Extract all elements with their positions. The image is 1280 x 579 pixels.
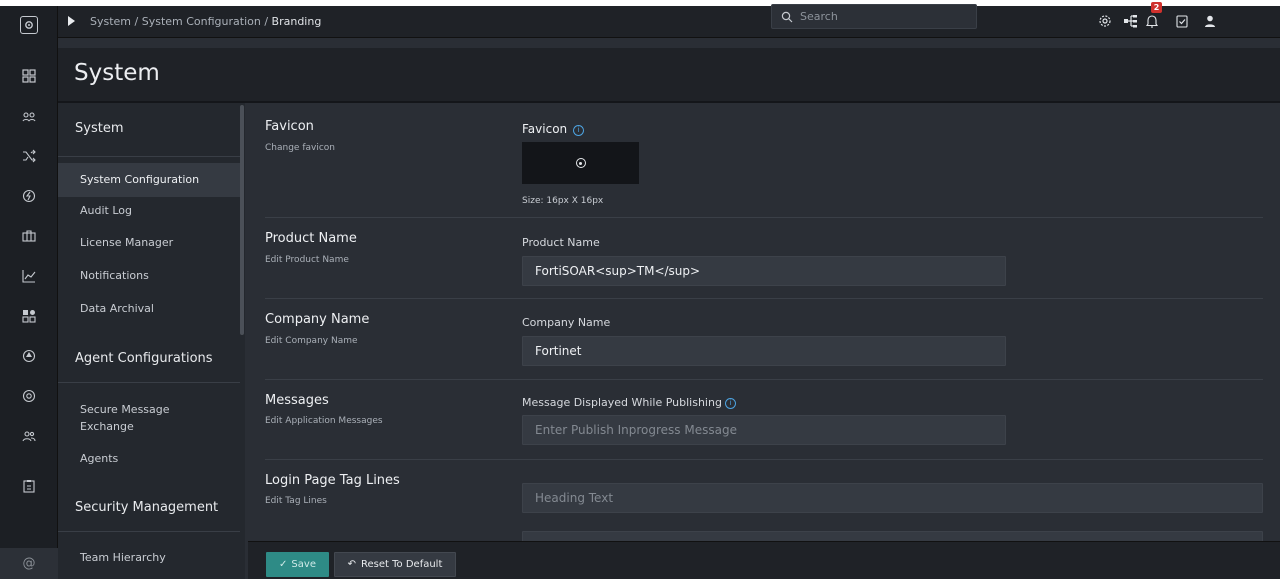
page-header: System: [58, 48, 1280, 103]
sidebar-item-notifications[interactable]: Notifications: [58, 267, 240, 284]
sidebar-scrollbar[interactable]: [240, 105, 244, 335]
clipboard-icon[interactable]: [0, 472, 58, 500]
search-icon: [781, 11, 793, 23]
product-name-section-subtitle: Edit Product Name: [265, 255, 349, 265]
undo-icon: ↶: [347, 559, 357, 570]
task-clipboard-icon[interactable]: [1174, 13, 1190, 29]
favicon-section-subtitle: Change favicon: [265, 143, 335, 153]
company-name-label: Company Name: [522, 316, 611, 329]
nav-group-system: System: [75, 121, 124, 136]
settings-wheel-icon[interactable]: [0, 382, 58, 410]
favicon-label: Favicon i: [522, 122, 585, 136]
breadcrumb-path[interactable]: System / System Configuration /: [90, 15, 272, 28]
app-logo[interactable]: [0, 6, 58, 44]
incidents-icon[interactable]: [0, 102, 58, 130]
sidebar-item-agents[interactable]: Agents: [58, 450, 240, 467]
expand-play-icon[interactable]: [68, 16, 75, 26]
heading-text-input[interactable]: Heading Text: [522, 483, 1263, 513]
dashboard-icon[interactable]: [0, 62, 58, 90]
notification-badge: 2: [1151, 2, 1162, 13]
divider: [265, 379, 1263, 380]
save-button[interactable]: ✓ Save: [266, 552, 329, 577]
gear-icon[interactable]: [1097, 13, 1113, 29]
breadcrumb-current: Branding: [271, 15, 322, 28]
playbook-icon[interactable]: [0, 182, 58, 210]
sidebar-item-license-manager[interactable]: License Manager: [58, 234, 240, 251]
info-icon[interactable]: i: [573, 124, 585, 136]
company-name-section-subtitle: Edit Company Name: [265, 336, 358, 346]
shuffle-icon[interactable]: [0, 142, 58, 170]
favicon-preview[interactable]: [522, 142, 639, 184]
company-name-section-title: Company Name: [265, 312, 370, 327]
divider: [265, 298, 1263, 299]
reset-to-default-button[interactable]: ↶ Reset To Default: [334, 552, 456, 577]
page-title: System: [74, 60, 160, 86]
tag-lines-section-title: Login Page Tag Lines: [265, 473, 400, 488]
shield-icon[interactable]: [0, 342, 58, 370]
favicon-image-icon: [575, 158, 586, 168]
logo-icon: [20, 16, 38, 34]
info-icon[interactable]: i: [724, 397, 736, 409]
branding-form: Favicon Change favicon Favicon i Size: 16…: [248, 103, 1280, 579]
nav-group-agent-configurations: Agent Configurations: [75, 351, 213, 366]
divider: [58, 531, 240, 532]
sidebar-item-secure-message-exchange[interactable]: Secure Message Exchange: [58, 401, 208, 435]
product-name-section-title: Product Name: [265, 231, 357, 246]
nav-group-security-management: Security Management: [75, 500, 219, 515]
analytics-icon[interactable]: [0, 262, 58, 290]
sidebar-item-team-hierarchy[interactable]: Team Hierarchy: [58, 549, 240, 566]
apps-icon[interactable]: [0, 302, 58, 330]
search-input[interactable]: [800, 8, 970, 25]
sidebar-item-data-archival[interactable]: Data Archival: [58, 300, 240, 317]
settings-sidebar: System System Configuration Audit Log Li…: [58, 103, 245, 579]
left-rail: @: [0, 6, 58, 579]
search-box[interactable]: [771, 4, 977, 29]
product-name-label: Product Name: [522, 236, 600, 249]
hierarchy-icon[interactable]: [1123, 13, 1139, 29]
favicon-section-title: Favicon: [265, 119, 314, 134]
sidebar-item-system-configuration[interactable]: System Configuration: [58, 163, 240, 197]
sidebar-item-audit-log[interactable]: Audit Log: [58, 202, 240, 219]
breadcrumb: System / System Configuration / Branding: [90, 15, 321, 28]
divider: [265, 459, 1263, 460]
tag-lines-section-subtitle: Edit Tag Lines: [265, 496, 327, 506]
divider: [265, 217, 1263, 218]
messages-section-title: Messages: [265, 393, 329, 408]
product-name-input[interactable]: FortiSOAR<sup>TM</sup>: [522, 256, 1006, 286]
messages-section-subtitle: Edit Application Messages: [265, 416, 383, 426]
briefcase-icon[interactable]: [0, 222, 58, 250]
user-icon[interactable]: [1202, 13, 1218, 29]
at-sign-icon[interactable]: @: [0, 548, 58, 579]
form-footer: ✓ Save ↶ Reset To Default: [248, 541, 1280, 579]
favicon-size-note: Size: 16px X 16px: [522, 196, 604, 206]
divider: [58, 156, 240, 157]
publish-message-input[interactable]: Enter Publish Inprogress Message: [522, 415, 1006, 445]
bell-icon[interactable]: [1144, 13, 1160, 29]
check-icon: ✓: [279, 559, 288, 570]
company-name-input[interactable]: Fortinet: [522, 336, 1006, 366]
publish-message-label: Message Displayed While Publishing i: [522, 396, 736, 409]
divider: [58, 382, 240, 383]
users-icon[interactable]: [0, 422, 58, 450]
